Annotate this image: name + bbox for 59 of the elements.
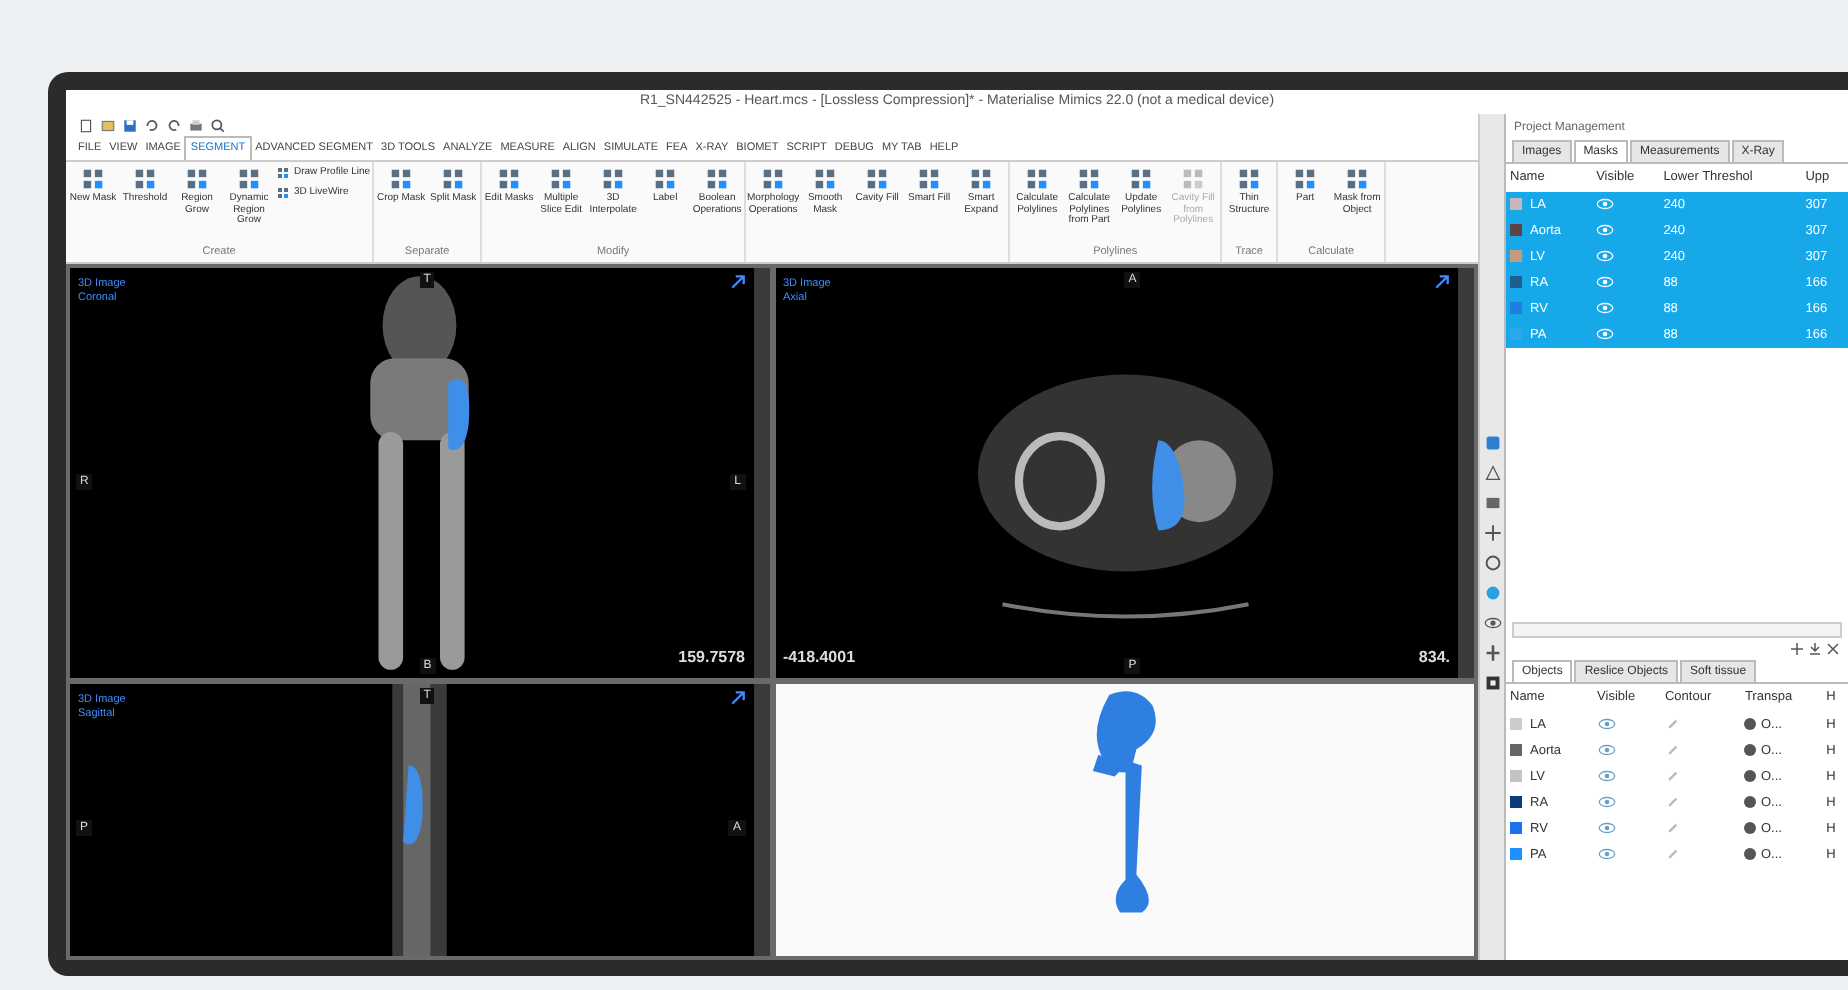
redo-icon[interactable]	[166, 117, 182, 133]
rectangle-icon[interactable]	[1483, 494, 1501, 512]
grid-icon	[1024, 166, 1051, 192]
grid-icon	[968, 166, 995, 192]
grid-icon	[704, 166, 731, 192]
grid-icon	[440, 166, 467, 192]
grid-icon	[184, 166, 210, 192]
expand-arrow-icon[interactable]	[1434, 274, 1450, 290]
dot-icon	[1744, 821, 1757, 834]
grid-icon	[864, 166, 891, 192]
page-icon[interactable]	[78, 117, 94, 133]
expand-arrow-icon[interactable]	[729, 690, 745, 706]
coordinate-readout: 834.	[1418, 646, 1450, 670]
grid-icon	[236, 166, 262, 192]
save-icon[interactable]	[122, 117, 138, 133]
folder-icon[interactable]	[100, 117, 116, 133]
close-icon[interactable]	[1826, 642, 1840, 656]
dot-icon	[1744, 717, 1757, 730]
eye-icon[interactable]	[1483, 614, 1501, 632]
search-icon[interactable]	[210, 117, 226, 133]
coordinate-readout: -418.4001	[783, 646, 856, 670]
grid-icon	[388, 166, 415, 192]
scroll-bar[interactable]	[753, 684, 769, 956]
dot-icon	[1744, 847, 1757, 860]
crosshair-icon[interactable]	[1483, 524, 1501, 542]
grid-icon	[132, 166, 158, 192]
plus-icon[interactable]	[1790, 642, 1804, 656]
grid-icon	[276, 166, 290, 180]
grid-icon	[1236, 166, 1263, 192]
grid-icon	[548, 166, 575, 192]
coordinate-readout: 159.7578	[678, 646, 745, 670]
grid-icon	[812, 166, 839, 192]
grid-icon	[760, 166, 787, 192]
undo-icon[interactable]	[144, 117, 160, 133]
grid-icon	[1344, 166, 1371, 192]
plus-icon[interactable]	[1483, 644, 1501, 662]
grid-icon	[80, 166, 106, 192]
grid-icon	[916, 166, 943, 192]
download-icon[interactable]	[1808, 642, 1822, 656]
square-icon[interactable]	[1483, 434, 1501, 452]
grid-icon	[600, 166, 627, 192]
grid-icon	[496, 166, 523, 192]
scroll-bar[interactable]	[1458, 268, 1474, 678]
grid-icon	[1292, 166, 1319, 192]
dot-icon	[1744, 743, 1757, 756]
frame-icon[interactable]	[1483, 674, 1501, 692]
grid-icon	[1076, 166, 1103, 192]
circle-icon[interactable]	[1483, 554, 1501, 572]
triangle-icon[interactable]	[1483, 464, 1501, 482]
dot-icon	[1744, 795, 1757, 808]
printer-icon[interactable]	[188, 117, 204, 133]
grid-icon	[1128, 166, 1155, 192]
grid-icon	[276, 186, 290, 200]
scroll-bar[interactable]	[1512, 622, 1842, 638]
expand-arrow-icon[interactable]	[729, 274, 745, 290]
scroll-bar[interactable]	[753, 268, 769, 678]
dot-icon	[1744, 769, 1757, 782]
grid-icon	[1180, 166, 1207, 192]
grid-icon	[652, 166, 679, 192]
